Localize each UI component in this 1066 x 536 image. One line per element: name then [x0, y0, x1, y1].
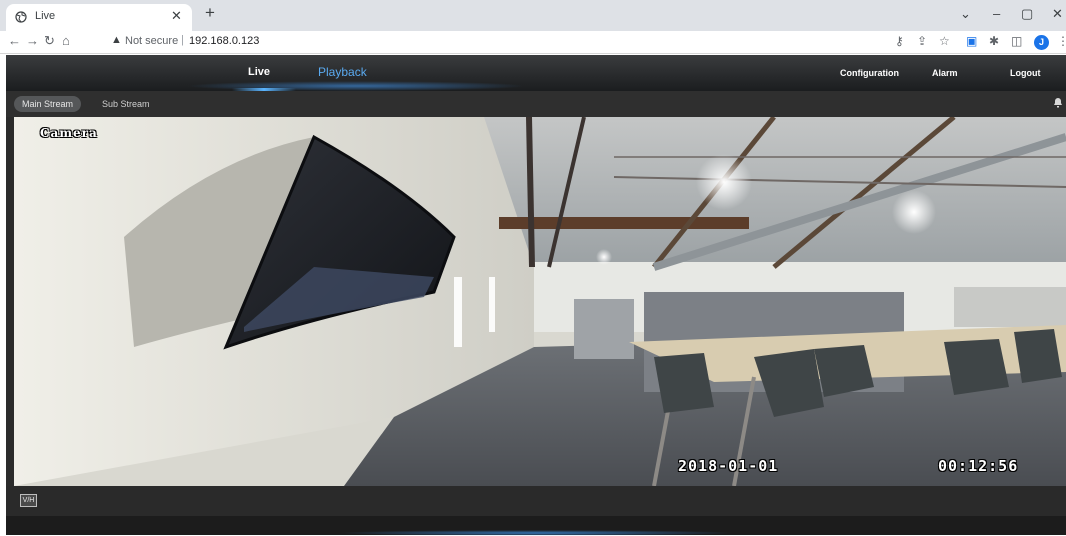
nav-configuration[interactable]: Configuration: [840, 68, 899, 78]
footer: [6, 516, 1066, 536]
video-control-bar: V/H: [6, 486, 1066, 516]
footer-glow: [336, 530, 736, 536]
url-separator: |: [181, 34, 184, 46]
flip-vh-button[interactable]: V/H: [20, 494, 37, 507]
camera-scene: [14, 117, 1066, 486]
maximize-icon[interactable]: ▢: [1021, 6, 1033, 22]
new-tab-icon[interactable]: +: [205, 3, 215, 23]
bookmark-star-icon[interactable]: ☆: [939, 34, 950, 48]
page-edge: [0, 55, 6, 535]
main-stream-button[interactable]: Main Stream: [14, 96, 82, 112]
browser-toolbar: ← → ↻ ⌂ ▲ Not secure | 192.168.0.123 ⚷ ⇪…: [0, 31, 1066, 54]
tab-title: Live: [35, 10, 56, 22]
nav-logout[interactable]: Logout: [1010, 68, 1041, 78]
extension-icon[interactable]: ▣: [966, 34, 977, 48]
alarm-bell-icon[interactable]: [1052, 96, 1064, 108]
back-icon[interactable]: ←: [8, 33, 21, 48]
top-navigation: Live Playback Configuration Alarm Logout: [6, 55, 1066, 91]
side-panel-icon[interactable]: ◫: [1011, 34, 1022, 48]
nav-alarm[interactable]: Alarm: [932, 68, 958, 78]
address-bar[interactable]: ▲ Not secure | 192.168.0.123: [103, 33, 955, 52]
forward-icon[interactable]: →: [26, 33, 39, 48]
globe-icon: [15, 11, 27, 23]
tab-search-icon[interactable]: ⌄: [960, 6, 971, 22]
browser-tab-live[interactable]: Live ✕: [6, 4, 192, 31]
sub-stream-button[interactable]: Sub Stream: [94, 96, 158, 112]
key-icon[interactable]: ⚷: [895, 34, 904, 48]
stream-selector-bar: Main Stream Sub Stream: [6, 91, 1066, 117]
profile-avatar[interactable]: J: [1034, 35, 1049, 50]
live-video-view[interactable]: Camera 2018-01-01 00:12:56: [14, 117, 1066, 486]
minimize-icon[interactable]: –: [993, 6, 1000, 21]
reload-icon[interactable]: ↻: [44, 33, 55, 49]
osd-time: 00:12:56: [938, 457, 1019, 475]
osd-camera-name: Camera: [40, 126, 98, 140]
camera-web-app: Live Playback Configuration Alarm Logout…: [0, 55, 1066, 536]
nav-playback[interactable]: Playback: [318, 65, 367, 79]
close-window-icon[interactable]: ✕: [1052, 6, 1063, 22]
not-secure-label[interactable]: Not secure: [125, 35, 178, 47]
home-icon[interactable]: ⌂: [62, 33, 70, 48]
nav-live[interactable]: Live: [248, 66, 270, 78]
share-icon[interactable]: ⇪: [917, 34, 927, 48]
browser-tabstrip: Live ✕ + ⌄ – ▢ ✕: [0, 0, 1066, 31]
url-text[interactable]: 192.168.0.123: [189, 35, 259, 47]
osd-date: 2018-01-01: [678, 457, 779, 475]
puzzle-icon[interactable]: ✱: [989, 34, 999, 48]
warning-icon[interactable]: ▲: [111, 34, 122, 46]
tab-close-icon[interactable]: ✕: [171, 8, 182, 24]
menu-dots-icon[interactable]: ⋮: [1057, 34, 1066, 48]
